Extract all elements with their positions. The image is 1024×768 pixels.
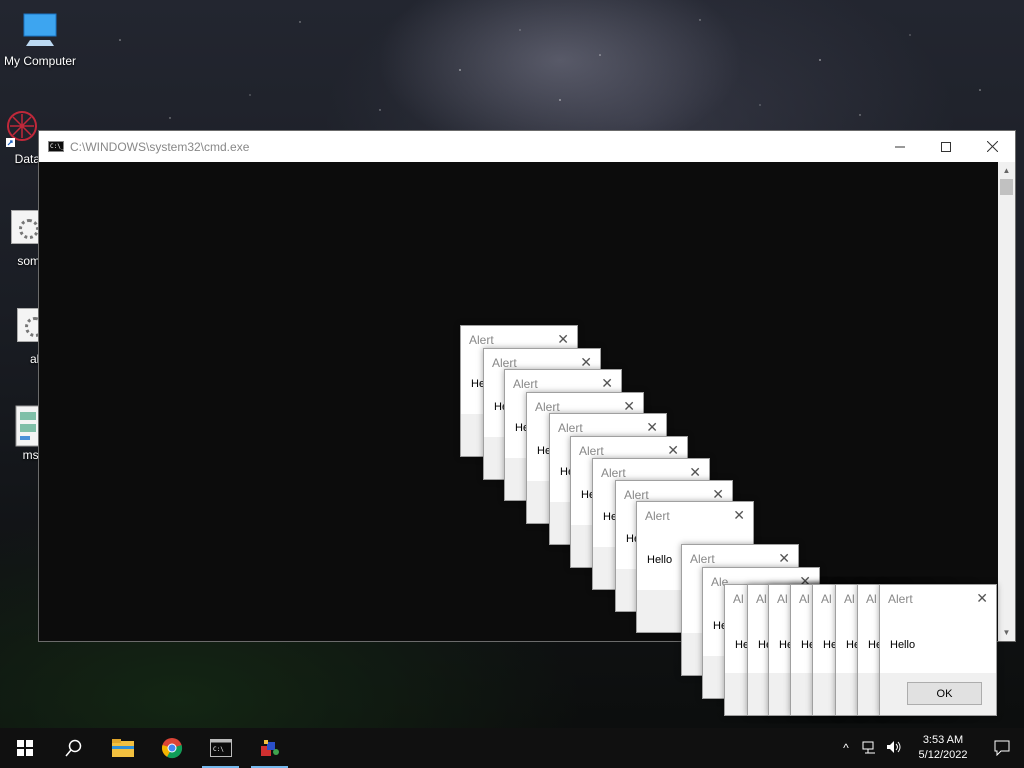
clock-date: 5/12/2022: [918, 749, 968, 761]
close-icon[interactable]: ✕: [733, 507, 745, 524]
app-icon: [260, 740, 279, 756]
notification-icon: [994, 740, 1010, 756]
alert-title: Alert: [601, 466, 626, 480]
alert-title: Al: [799, 592, 810, 606]
alert-title: Alert: [558, 421, 583, 435]
minimize-icon: [895, 146, 905, 147]
close-icon[interactable]: ✕: [667, 442, 679, 459]
file-explorer-button[interactable]: [98, 728, 147, 768]
network-icon[interactable]: [858, 740, 882, 757]
cmd-icon: C:\_: [48, 141, 65, 152]
close-icon[interactable]: ✕: [601, 375, 613, 392]
start-button[interactable]: [0, 728, 49, 768]
alert-title: Alert: [645, 509, 670, 523]
file-explorer-icon: [111, 739, 134, 757]
vertical-scrollbar[interactable]: ▲ ▼: [998, 162, 1015, 641]
close-icon[interactable]: ✕: [646, 419, 658, 436]
windows-start-icon: [16, 740, 33, 756]
desktop-icon-label: My Computer: [3, 54, 77, 68]
close-icon[interactable]: ✕: [778, 550, 790, 567]
alert-title: Alert: [535, 400, 560, 414]
volume-icon[interactable]: [882, 740, 906, 757]
close-icon: [986, 141, 998, 152]
scrollbar-thumb[interactable]: [1000, 179, 1013, 195]
minimize-button[interactable]: [877, 131, 923, 162]
alert-dialog-front[interactable]: Alert ✕ Hello OK: [879, 584, 997, 716]
maximize-button[interactable]: [923, 131, 969, 162]
scroll-up-arrow-icon[interactable]: ▲: [998, 162, 1015, 179]
ok-button[interactable]: OK: [907, 682, 982, 705]
clock[interactable]: 3:53 AM 5/12/2022: [906, 733, 980, 763]
monitor-icon: [20, 10, 60, 50]
alert-footer: OK: [880, 673, 996, 715]
alert-title: Al: [756, 592, 767, 606]
alert-title: Alert: [513, 377, 538, 391]
alert-message: Hello: [890, 639, 916, 651]
clock-time: 3:53 AM: [922, 734, 964, 746]
alert-title: Al: [844, 592, 855, 606]
system-tray: ^ 3:53 AM 5/12/2022: [834, 728, 1024, 768]
cmd-title: C:\WINDOWS\system32\cmd.exe: [70, 139, 250, 154]
cmd-titlebar[interactable]: C:\_ C:\WINDOWS\system32\cmd.exe: [39, 131, 1015, 162]
alert-title: Alert: [888, 592, 913, 606]
action-center-button[interactable]: [980, 728, 1024, 768]
scroll-down-arrow-icon[interactable]: ▼: [998, 624, 1015, 641]
svg-text:C:\: C:\: [213, 746, 224, 753]
alert-title: Alert: [579, 444, 604, 458]
app-taskbar-button[interactable]: [245, 728, 294, 768]
taskbar: C:\ ^ 3:53 AM 5/12/2022: [0, 728, 1024, 768]
alert-title: Alert: [690, 552, 715, 566]
alert-title: Al: [733, 592, 744, 606]
cmd-icon: C:\: [209, 739, 232, 757]
close-icon[interactable]: ✕: [557, 331, 569, 348]
cmd-taskbar-button[interactable]: C:\: [196, 728, 245, 768]
alert-title: Alert: [469, 333, 494, 347]
chrome-button[interactable]: [147, 728, 196, 768]
close-icon[interactable]: ✕: [976, 590, 988, 607]
alert-title: Alert: [492, 356, 517, 370]
search-button[interactable]: [49, 728, 98, 768]
alert-title: Al: [821, 592, 832, 606]
search-icon: [64, 739, 81, 757]
chevron-up-icon[interactable]: ^: [834, 741, 858, 755]
alert-message: Hello: [647, 554, 673, 566]
alert-title: Alert: [624, 488, 649, 502]
close-icon[interactable]: ✕: [689, 464, 701, 481]
datawrapper-icon: [2, 108, 42, 148]
alert-title: Al: [866, 592, 877, 606]
alert-title: Al: [777, 592, 788, 606]
desktop-icon-my-computer[interactable]: My Computer: [0, 10, 80, 68]
close-button[interactable]: [969, 131, 1015, 162]
maximize-icon: [941, 141, 951, 152]
chrome-icon: [161, 738, 182, 759]
